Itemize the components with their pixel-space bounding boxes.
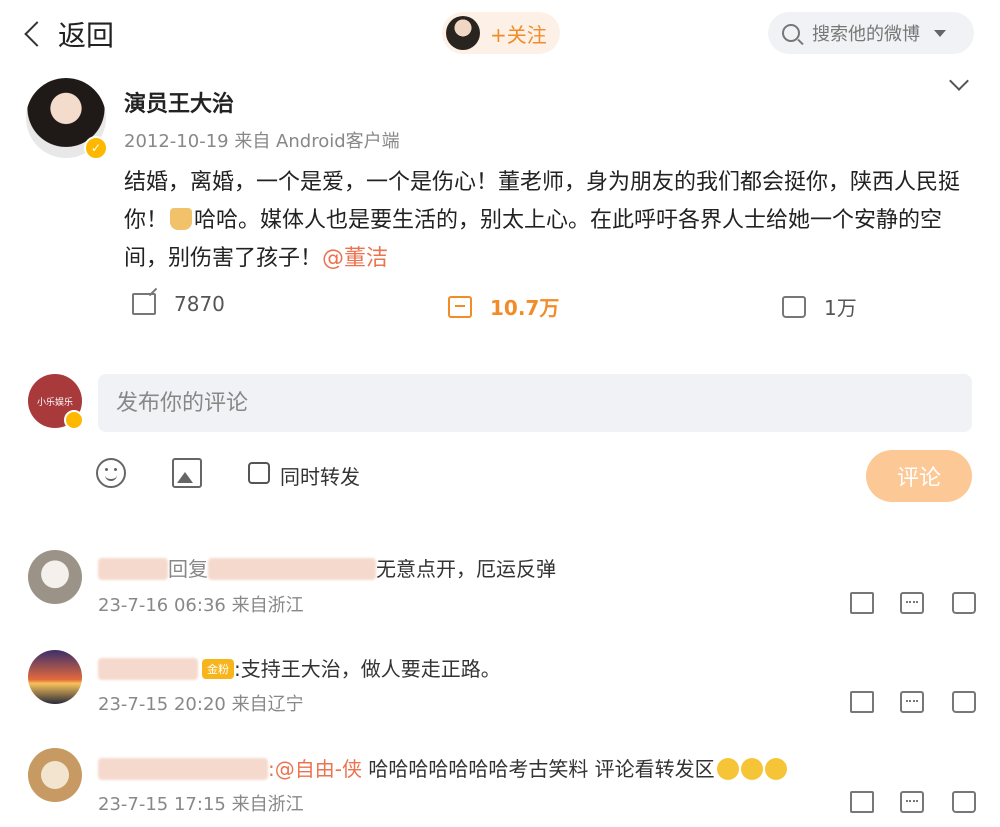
share-icon[interactable] — [850, 691, 874, 713]
repost-checkbox[interactable] — [248, 462, 270, 484]
share-icon[interactable] — [850, 592, 874, 614]
commenter-avatar[interactable] — [28, 748, 82, 802]
thumbs-up-icon[interactable] — [952, 691, 976, 713]
comment-meta: 23-7-16 06:36 来自浙江 — [98, 595, 304, 616]
comment-text: 金粉:支持王大治，做人要走正路。 — [98, 653, 501, 682]
like-button[interactable]: 1万 — [782, 292, 857, 321]
chevron-left-icon — [24, 21, 50, 47]
thumbs-up-icon[interactable] — [952, 791, 976, 813]
follow-avatar — [446, 16, 480, 50]
comment-meta: 23-7-15 17:15 来自浙江 — [98, 794, 304, 815]
author-name[interactable]: 演员王大治 — [124, 86, 234, 118]
comment-text: 回复 无意点开，厄运反弹 — [98, 553, 556, 582]
redacted-username — [208, 558, 376, 580]
redacted-username — [98, 558, 168, 580]
post-text: 结婚，离婚，一个是爱，一个是伤心！董老师，身为朋友的我们都会挺你，陕西人民挺你！… — [124, 164, 980, 278]
share-icon[interactable] — [850, 791, 874, 813]
mention-link[interactable]: :@自由-侠 — [268, 757, 362, 781]
reply-word: 回复 — [168, 557, 208, 581]
search-his-weibo[interactable]: 搜索他的微博 — [768, 12, 974, 54]
comment-icon — [448, 295, 472, 318]
follow-label: +关注 — [490, 22, 547, 47]
emoji-icon[interactable] — [96, 458, 126, 488]
post-text-part-2: 哈哈。媒体人也是要生活的，别太上心。在此呼吁各界人士给她一个安静的空间，别伤害了… — [124, 208, 943, 271]
comment-text: :@自由-侠 哈哈哈哈哈哈哈考古笑料 评论看转发区 — [98, 753, 787, 782]
comment-meta: 23-7-15 20:20 来自辽宁 — [98, 694, 304, 715]
repost-count: 7870 — [174, 292, 225, 316]
commenter-avatar[interactable] — [28, 550, 82, 604]
post-meta: 2012-10-19 来自 Android客户端 — [124, 131, 400, 152]
comment-body: 哈哈哈哈哈哈哈考古笑料 评论看转发区 — [361, 757, 715, 781]
chevron-down-icon[interactable] — [949, 71, 969, 91]
like-count: 1万 — [824, 296, 857, 320]
comment-body: 无意点开，厄运反弹 — [376, 557, 556, 581]
redacted-username — [98, 658, 198, 680]
repost-button[interactable]: 7870 — [132, 292, 225, 316]
reply-icon[interactable] — [900, 592, 924, 614]
caret-down-icon[interactable] — [934, 29, 946, 37]
follow-button[interactable]: +关注 — [442, 12, 560, 54]
mention-link[interactable]: @董洁 — [322, 246, 388, 271]
submit-comment-button[interactable]: 评论 — [866, 450, 972, 502]
back-label: 返回 — [58, 19, 115, 52]
repost-icon — [132, 293, 156, 315]
image-icon[interactable] — [172, 458, 202, 488]
thumbs-up-icon — [782, 295, 806, 318]
search-placeholder: 搜索他的微博 — [812, 24, 920, 45]
laughing-emoji-icon — [764, 758, 787, 780]
verified-icon — [64, 410, 84, 430]
verified-icon: ✓ — [84, 136, 108, 160]
comment-body: :支持王大治，做人要走正路。 — [234, 657, 501, 681]
laughing-emoji-icon — [716, 758, 739, 780]
thumbs-up-icon[interactable] — [952, 592, 976, 614]
fan-badge: 金粉 — [202, 659, 234, 679]
thumbs-up-emoji-icon — [170, 208, 193, 230]
repost-checkbox-label[interactable]: 同时转发 — [280, 461, 360, 490]
commenter-avatar[interactable] — [28, 650, 82, 704]
search-icon — [782, 24, 800, 42]
reply-icon[interactable] — [900, 691, 924, 713]
laughing-emoji-icon — [740, 758, 763, 780]
comment-input[interactable] — [98, 374, 972, 432]
comment-count: 10.7万 — [490, 296, 560, 320]
redacted-username — [98, 758, 268, 780]
reply-icon[interactable] — [900, 791, 924, 813]
comment-button[interactable]: 10.7万 — [448, 292, 559, 321]
back-button[interactable]: 返回 — [20, 14, 114, 54]
